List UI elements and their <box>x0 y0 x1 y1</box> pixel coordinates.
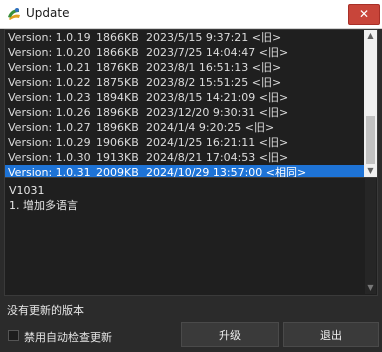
version-size: 1896KB <box>96 106 139 119</box>
title-bar: Update ✕ <box>0 0 382 29</box>
version-row[interactable]: Version: 1.0.23 1894KB 2023/8/15 14:21:09 … <box>5 90 365 105</box>
version-size: 1875KB <box>96 76 139 89</box>
version-date: 2023/8/1 16:51:13 <旧> <box>146 61 282 74</box>
version-label: Version: 1.0.19 <box>8 31 91 44</box>
version-size: 1866KB <box>96 31 139 44</box>
version-date: 2024/8/21 17:04:53 <旧> <box>146 151 289 164</box>
upgrade-button[interactable]: 升级 <box>181 322 279 347</box>
version-list-scrollbar[interactable]: ▲ ▼ <box>364 30 377 177</box>
status-message: 没有更新的版本 <box>7 304 84 317</box>
version-date: 2023/8/15 14:21:09 <旧> <box>146 91 289 104</box>
version-row[interactable]: Version: 1.0.31 2009KB 2024/10/29 13:57:00… <box>5 165 365 178</box>
version-label: Version: 1.0.23 <box>8 91 91 104</box>
notes-title: V1031 <box>9 184 45 197</box>
version-label: Version: 1.0.22 <box>8 76 91 89</box>
version-size: 1894KB <box>96 91 139 104</box>
disable-auto-check-label[interactable]: 禁用自动检查更新 <box>24 329 112 345</box>
scrollbar-thumb[interactable] <box>366 116 375 164</box>
version-date: 2023/7/25 14:04:47 <旧> <box>146 46 289 59</box>
version-size: 1906KB <box>96 136 139 149</box>
version-row[interactable]: Version: 1.0.21 1876KB 2023/8/1 16:51:13 <… <box>5 60 365 75</box>
version-label: Version: 1.0.21 <box>8 61 91 74</box>
version-label: Version: 1.0.29 <box>8 136 91 149</box>
version-row[interactable]: Version: 1.0.20 1866KB 2023/7/25 14:04:47 … <box>5 45 365 60</box>
disable-auto-check-checkbox[interactable] <box>8 330 19 341</box>
version-label: Version: 1.0.27 <box>8 121 91 134</box>
version-size: 1866KB <box>96 46 139 59</box>
version-size: 1876KB <box>96 61 139 74</box>
version-row[interactable]: Version: 1.0.26 1896KB 2023/12/20 9:30:31 … <box>5 105 365 120</box>
release-notes-text: V1031 1. 增加多语言 <box>9 183 78 213</box>
close-icon: ✕ <box>358 7 370 21</box>
version-list-rows: Version: 1.0.19 1866KB 2023/5/15 9:37:21 <… <box>5 30 365 178</box>
version-size: 1913KB <box>96 151 139 164</box>
version-size: 2009KB <box>96 166 139 178</box>
version-date: 2024/10/29 13:57:00 <相同> <box>146 166 307 178</box>
version-list[interactable]: Version: 1.0.19 1866KB 2023/5/15 9:37:21 <… <box>4 29 378 178</box>
version-date: 2024/1/4 9:20:25 <旧> <box>146 121 275 134</box>
notes-line: 1. 增加多语言 <box>9 199 78 212</box>
version-label: Version: 1.0.31 <box>8 166 91 178</box>
chevron-down-icon[interactable]: ▼ <box>364 165 377 177</box>
version-label: Version: 1.0.30 <box>8 151 91 164</box>
version-row[interactable]: Version: 1.0.29 1906KB 2024/1/25 16:21:11 … <box>5 135 365 150</box>
update-app-icon <box>6 6 22 22</box>
exit-button[interactable]: 退出 <box>283 322 379 347</box>
version-row[interactable]: Version: 1.0.22 1875KB 2023/8/2 15:51:25 <… <box>5 75 365 90</box>
version-label: Version: 1.0.20 <box>8 46 91 59</box>
version-date: 2023/8/2 15:51:25 <旧> <box>146 76 282 89</box>
version-date: 2023/5/15 9:37:21 <旧> <box>146 31 282 44</box>
version-row[interactable]: Version: 1.0.30 1913KB 2024/8/21 17:04:53 … <box>5 150 365 165</box>
version-date: 2023/12/20 9:30:31 <旧> <box>146 106 289 119</box>
version-row[interactable]: Version: 1.0.27 1896KB 2024/1/4 9:20:25 <旧… <box>5 120 365 135</box>
version-row[interactable]: Version: 1.0.19 1866KB 2023/5/15 9:37:21 <… <box>5 30 365 45</box>
chevron-up-icon[interactable]: ▲ <box>364 30 377 42</box>
close-button[interactable]: ✕ <box>348 4 380 25</box>
version-size: 1896KB <box>96 121 139 134</box>
release-notes: V1031 1. 增加多语言 ▼ <box>4 178 378 296</box>
chevron-down-icon[interactable]: ▼ <box>365 283 376 292</box>
release-notes-scrollbar[interactable]: ▼ <box>365 178 376 294</box>
version-label: Version: 1.0.26 <box>8 106 91 119</box>
window-title: Update <box>26 6 70 20</box>
version-date: 2024/1/25 16:21:11 <旧> <box>146 136 289 149</box>
